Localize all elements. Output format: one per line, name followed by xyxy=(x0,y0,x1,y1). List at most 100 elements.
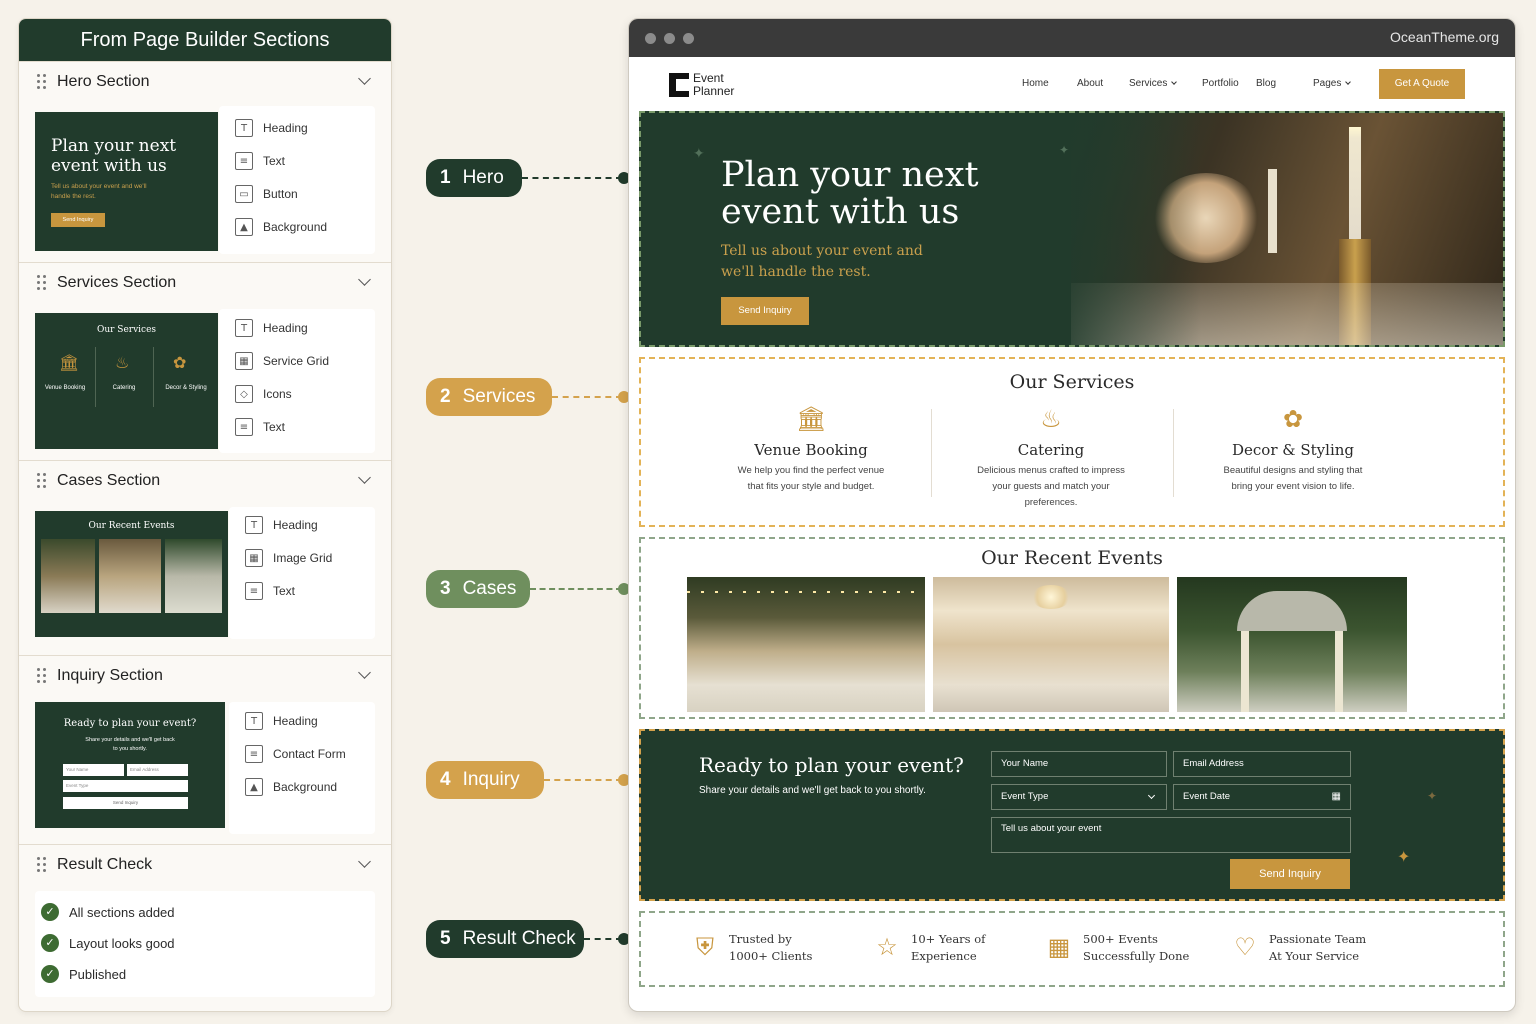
component-item[interactable]: T Heading xyxy=(245,712,318,730)
get-quote-button[interactable]: Get A Quote xyxy=(1379,69,1465,99)
callout-result-check: 5 Result Check xyxy=(426,920,584,958)
check-circle-icon: ✓ xyxy=(41,965,59,983)
email-field[interactable]: Email Address xyxy=(1173,751,1351,777)
services-section: Our Services 🏛 Venue Booking We help you… xyxy=(639,357,1505,527)
component-item[interactable]: ≡ Text xyxy=(245,582,295,600)
logo-text[interactable]: Event Planner xyxy=(693,72,734,98)
hero-title-line: event with us xyxy=(721,192,960,232)
service-card[interactable]: 🏛 Venue Booking We help you find the per… xyxy=(691,405,931,495)
logo-line: Planner xyxy=(693,84,735,98)
component-item[interactable]: ≡ Text xyxy=(235,418,285,436)
component-item[interactable]: ▦ Image Grid xyxy=(245,549,332,567)
candle xyxy=(1349,127,1361,239)
drag-handle-icon[interactable] xyxy=(37,74,47,90)
venue-icon: 🏛 xyxy=(59,355,80,372)
component-item[interactable]: ◇ Icons xyxy=(235,385,292,403)
callout-inquiry: 4 Inquiry xyxy=(426,761,544,799)
text-icon: ≡ xyxy=(235,152,253,170)
component-item[interactable]: ≡ Contact Form xyxy=(245,745,346,763)
window-control-dot[interactable] xyxy=(645,32,656,44)
event-image[interactable] xyxy=(1177,577,1407,712)
drag-handle-icon[interactable] xyxy=(37,668,47,684)
check-label: Published xyxy=(69,966,127,982)
thumb-name-field: Your Name xyxy=(63,764,124,776)
component-label: Text xyxy=(263,154,286,168)
name-field[interactable]: Your Name xyxy=(991,751,1167,777)
section-name: Hero Section xyxy=(57,73,150,90)
gazebo-dome xyxy=(1237,591,1347,631)
inquiry-section: Ready to plan your event? Share your det… xyxy=(639,729,1505,901)
heading-icon: T xyxy=(245,712,263,730)
event-date-field[interactable]: Event Date ▦ xyxy=(1173,784,1351,810)
component-item[interactable]: T Heading xyxy=(235,119,308,137)
component-label: Text xyxy=(263,420,286,434)
window-control-dot[interactable] xyxy=(664,32,675,44)
window-control-dot[interactable] xyxy=(683,32,694,44)
section-name: Cases Section xyxy=(57,472,161,489)
catering-icon: ♨ xyxy=(115,355,130,372)
chevron-down-icon[interactable] xyxy=(358,855,371,868)
component-item[interactable]: T Heading xyxy=(235,319,308,337)
drag-handle-icon[interactable] xyxy=(37,857,47,873)
event-image[interactable] xyxy=(687,577,925,712)
nav-portfolio[interactable]: Portfolio xyxy=(1202,78,1239,89)
event-thumb-image xyxy=(41,539,95,613)
builder-section-services[interactable]: Services Section Our Services 🏛 ♨ ✿ Venu… xyxy=(19,262,391,458)
site-navbar: Event Planner Home About Services Portfo… xyxy=(629,57,1515,113)
component-item[interactable]: ▭ Button xyxy=(235,185,298,203)
nav-services[interactable]: Services xyxy=(1129,78,1178,89)
logo-icon[interactable] xyxy=(669,73,689,97)
send-inquiry-button[interactable]: Send Inquiry xyxy=(721,297,809,325)
stat-text: Passionate Team At Your Service xyxy=(1269,931,1366,965)
event-type-select[interactable]: Event Type xyxy=(991,784,1167,810)
sparkle-icon: ✦ xyxy=(693,145,705,161)
nav-blog[interactable]: Blog xyxy=(1256,78,1276,89)
hero-title: Plan your next event with us xyxy=(721,157,979,231)
nav-about[interactable]: About xyxy=(1077,78,1103,89)
event-thumb-image xyxy=(99,539,161,613)
decor-icon: ✿ xyxy=(173,355,187,372)
message-textarea[interactable]: Tell us about your event xyxy=(991,817,1351,853)
builder-section-inquiry[interactable]: Inquiry Section Ready to plan your event… xyxy=(19,655,391,841)
cases-thumbnail: Our Recent Events xyxy=(35,511,228,637)
event-image[interactable] xyxy=(933,577,1169,712)
chevron-down-icon[interactable] xyxy=(358,666,371,679)
thumb-title: Our Services xyxy=(96,325,157,335)
check-circle-icon: ✓ xyxy=(41,934,59,952)
nav-pages[interactable]: Pages xyxy=(1313,78,1352,89)
component-label: Button xyxy=(263,187,298,201)
stat-text: 500+ Events Successfully Done xyxy=(1083,931,1189,965)
callout-number: 1 xyxy=(440,167,451,188)
component-item[interactable]: T Heading xyxy=(245,516,318,534)
component-item[interactable]: ▲ Background xyxy=(245,778,337,796)
nav-home[interactable]: Home xyxy=(1022,78,1049,89)
chevron-down-icon[interactable] xyxy=(358,471,371,484)
inquiry-title: Ready to plan your event? xyxy=(699,753,964,777)
component-item[interactable]: ▦ Service Grid xyxy=(235,352,329,370)
inquiry-subtitle: Share your details and we'll get back to… xyxy=(699,785,926,796)
builder-section-result-check[interactable]: Result Check ✓ All sections added ✓ Layo… xyxy=(19,844,391,1011)
chevron-down-icon[interactable] xyxy=(358,273,371,286)
service-card[interactable]: ✿ Decor & Styling Beautiful designs and … xyxy=(1173,405,1413,495)
chandelier xyxy=(1031,585,1071,609)
divider xyxy=(95,347,96,407)
builder-section-cases[interactable]: Cases Section Our Recent Events T Heading… xyxy=(19,460,391,650)
component-item[interactable]: ≡ Text xyxy=(235,152,285,170)
send-inquiry-button[interactable]: Send Inquiry xyxy=(1230,859,1350,889)
component-item[interactable]: ▲ Background xyxy=(235,218,327,236)
component-list: T Heading ≡ Text ▭ Button ▲ Background xyxy=(219,106,375,254)
stat-line: Experience xyxy=(911,949,977,963)
thumb-title: Plan your next event with us xyxy=(51,136,177,176)
component-list: T Heading ≡ Contact Form ▲ Background xyxy=(229,702,375,834)
section-name: Inquiry Section xyxy=(57,667,163,684)
drag-handle-icon[interactable] xyxy=(37,275,47,291)
component-label: Text xyxy=(273,584,296,598)
builder-section-hero[interactable]: Hero Section Plan your next event with u… xyxy=(19,61,391,261)
nav-label: Pages xyxy=(1313,78,1342,89)
chevron-down-icon[interactable] xyxy=(358,72,371,85)
thumb-email-field: Email Address xyxy=(127,764,188,776)
chevron-down-icon xyxy=(1345,79,1352,85)
service-card[interactable]: ♨ Catering Delicious menus crafted to im… xyxy=(931,405,1171,511)
drag-handle-icon[interactable] xyxy=(37,473,47,489)
check-item: ✓ All sections added xyxy=(41,903,175,921)
